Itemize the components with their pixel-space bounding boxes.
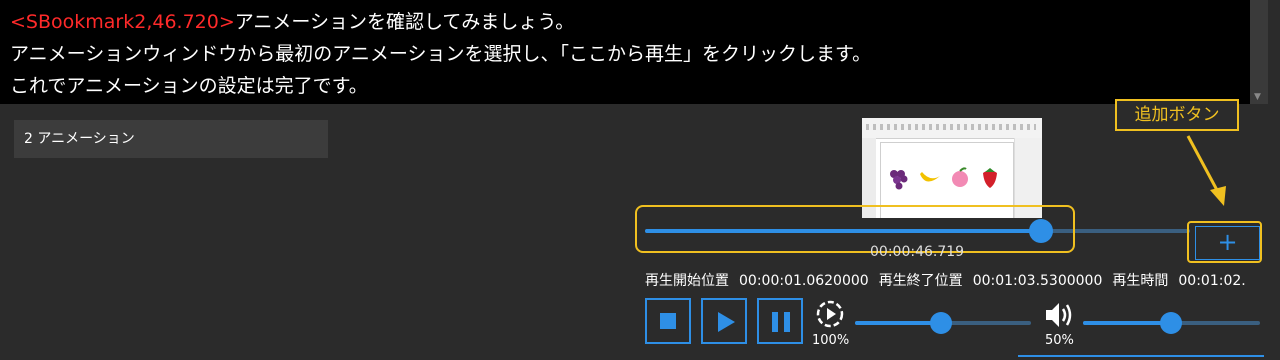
current-time: 00:00:46.719	[870, 244, 965, 260]
speed-icon	[816, 300, 844, 328]
add-button-callout: 追加ボタン	[1115, 99, 1239, 131]
speed-slider-fill	[855, 321, 941, 325]
banana-icon	[920, 172, 940, 182]
start-position-value: 00:00:01.0620000	[739, 273, 869, 289]
volume-slider-fill	[1083, 321, 1171, 325]
scroll-down-icon[interactable]: ▼	[1254, 92, 1261, 102]
stop-button[interactable]	[645, 298, 691, 344]
pause-icon	[772, 312, 790, 332]
seek-highlight-box	[635, 205, 1075, 253]
bottom-accent-line	[1018, 355, 1264, 357]
editor-line-1-text: アニメーションを確認してみましょう。	[234, 11, 575, 33]
volume-icon	[1046, 303, 1072, 327]
peach-icon	[952, 167, 968, 187]
playback-info: 再生開始位置 00:00:01.0620000 再生終了位置 00:01:03.530…	[645, 270, 1280, 290]
duration-value: 00:01:02.	[1178, 273, 1246, 289]
speed-slider-thumb[interactable]	[930, 312, 952, 334]
editor-line-2: アニメーションウィンドウから最初のアニメーションを選択し、「ここから再生」をクリ…	[10, 43, 872, 65]
track-item-animation[interactable]: 2 アニメーション	[14, 120, 328, 158]
speed-label: 100%	[812, 333, 850, 348]
play-icon	[718, 312, 735, 332]
volume-label: 50%	[1045, 333, 1074, 348]
stop-icon	[660, 313, 676, 329]
pause-button[interactable]	[757, 298, 803, 344]
script-editor[interactable]: <SBookmark2,46.720>アニメーションを確認してみましょう。 アニ…	[0, 0, 1250, 104]
editor-line-1: <SBookmark2,46.720>アニメーションを確認してみましょう。	[10, 6, 1240, 38]
editor-side-gap	[1268, 0, 1280, 104]
add-button[interactable]: +	[1195, 226, 1260, 260]
end-position-value: 00:01:03.5300000	[972, 273, 1103, 289]
editor-scrollbar[interactable]: ▼	[1250, 0, 1268, 104]
bookmark-tag: <SBookmark2,46.720>	[10, 11, 235, 33]
preview-ribbon	[862, 118, 1042, 139]
volume-slider-thumb[interactable]	[1160, 312, 1182, 334]
play-button[interactable]	[701, 298, 747, 344]
video-preview	[862, 118, 1042, 218]
grapes-icon	[890, 170, 908, 190]
editor-line-3: これでアニメーションの設定は完了です。	[10, 75, 368, 97]
start-position-label: 再生開始位置	[645, 273, 729, 289]
strawberry-icon	[983, 168, 997, 188]
end-position-label: 再生終了位置	[878, 273, 963, 289]
duration-label: 再生時間	[1112, 273, 1169, 289]
callout-arrow-icon	[1186, 135, 1226, 206]
